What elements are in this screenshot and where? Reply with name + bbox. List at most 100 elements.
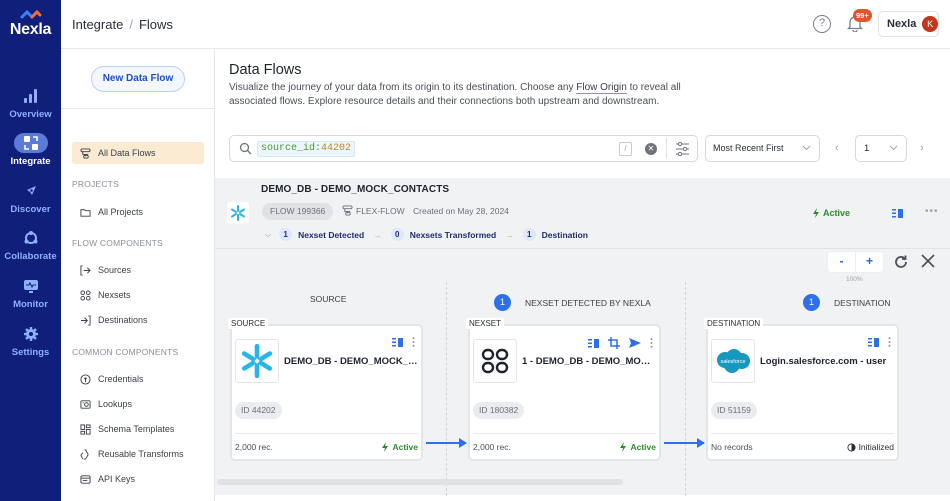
previous-page-button[interactable]: ‹ bbox=[835, 142, 839, 154]
kebab-menu-icon[interactable] bbox=[650, 338, 653, 348]
section-flow-components: FLOW COMPONENTS bbox=[72, 238, 163, 248]
nav-integrate[interactable]: Integrate bbox=[0, 133, 61, 167]
chevron-down-icon[interactable]: ⌵ bbox=[265, 230, 271, 240]
chevron-down-icon bbox=[802, 145, 811, 151]
user-menu-button[interactable]: Nexla K bbox=[878, 11, 939, 37]
connector-arrow bbox=[664, 438, 705, 448]
details-panel-icon[interactable] bbox=[892, 209, 903, 218]
destination-card[interactable]: DESTINATION salesforce Login.salesforce.… bbox=[704, 318, 899, 461]
status-label: Active bbox=[392, 442, 418, 452]
connector-arrow bbox=[426, 438, 467, 448]
status-badge: Initialized bbox=[847, 442, 894, 452]
sidebar-item-schema-templates[interactable]: Schema Templates bbox=[72, 418, 204, 440]
nav-label: Integrate bbox=[10, 156, 51, 167]
column-label: SOURCE bbox=[310, 294, 347, 304]
sidebar-item-label: All Data Flows bbox=[98, 148, 156, 158]
sidebar-item-api-keys[interactable]: API Keys bbox=[72, 468, 204, 490]
card-footer: 2,000 rec. Active bbox=[235, 433, 418, 452]
nexla-logo[interactable]: Nexla bbox=[0, 10, 61, 39]
breadcrumb-separator: / bbox=[129, 17, 133, 32]
zoom-in-button[interactable]: + bbox=[856, 252, 883, 272]
page-description: Visualize the journey of your data from … bbox=[229, 81, 709, 109]
sort-selected: Most Recent First bbox=[713, 143, 784, 153]
next-page-button[interactable]: › bbox=[920, 142, 924, 154]
flow-panel: DEMO_DB - DEMO_MOCK_CONTACTS FLOW 199366… bbox=[215, 178, 950, 496]
nav-monitor[interactable]: Monitor bbox=[0, 276, 61, 310]
details-panel-icon[interactable] bbox=[392, 337, 403, 347]
details-panel-icon[interactable] bbox=[588, 338, 599, 348]
sidebar-item-nexsets[interactable]: Nexsets bbox=[72, 284, 204, 306]
flows-sidebar: New Data Flow All Data Flows PROJECTS Al… bbox=[61, 49, 215, 501]
card-name[interactable]: DEMO_DB - DEMO_MOCK_CONTACTS bbox=[284, 356, 418, 367]
nav-settings[interactable]: Settings bbox=[0, 324, 61, 358]
card-footer: No records Initialized bbox=[711, 433, 894, 452]
sidebar-item-credentials[interactable]: Credentials bbox=[72, 368, 204, 390]
flow-icon bbox=[80, 147, 91, 159]
flow-title[interactable]: DEMO_DB - DEMO_MOCK_CONTACTS bbox=[261, 184, 449, 195]
token-key: source_id: bbox=[261, 143, 322, 154]
monitor-icon bbox=[14, 276, 48, 296]
sidebar-item-lookups[interactable]: Lookups bbox=[72, 393, 204, 415]
nav-collaborate[interactable]: Collaborate bbox=[0, 228, 61, 262]
column-count: 1 bbox=[803, 294, 820, 311]
arrow-right-icon: → bbox=[505, 229, 514, 240]
card-actions bbox=[392, 337, 415, 347]
kebab-menu-icon[interactable] bbox=[888, 337, 891, 347]
nav-label: Collaborate bbox=[4, 251, 57, 262]
column-header-destination: 1 DESTINATION bbox=[803, 294, 891, 311]
details-panel-icon[interactable] bbox=[868, 337, 879, 347]
horizontal-scrollbar[interactable] bbox=[217, 479, 623, 485]
flow-status-label: Active bbox=[823, 208, 851, 218]
sidebar-item-destinations[interactable]: Destinations bbox=[72, 309, 204, 331]
sidebar-item-all-data-flows[interactable]: All Data Flows bbox=[72, 142, 204, 164]
new-data-flow-button[interactable]: New Data Flow bbox=[91, 66, 185, 92]
flow-status: Active bbox=[812, 208, 850, 218]
nexset-card[interactable]: NEXSET 1 - DEMO_DB - DEMO_MOCK_CONTACTS … bbox=[466, 318, 661, 461]
nexla-wave-icon bbox=[20, 10, 41, 20]
schema-icon bbox=[80, 423, 91, 435]
column-divider bbox=[446, 282, 447, 496]
clear-search-icon[interactable]: ✕ bbox=[645, 143, 657, 155]
refresh-icon[interactable] bbox=[893, 254, 909, 270]
column-label: DESTINATION bbox=[834, 297, 891, 308]
column-divider bbox=[685, 282, 686, 496]
breadcrumb-integrate[interactable]: Integrate bbox=[72, 17, 123, 32]
sidebar-item-all-projects[interactable]: All Projects bbox=[72, 201, 204, 223]
zoom-out-button[interactable]: - bbox=[828, 252, 856, 272]
card-name[interactable]: 1 - DEMO_DB - DEMO_MOCK_CONTACTS bbox=[522, 356, 656, 367]
close-icon[interactable] bbox=[921, 254, 935, 268]
more-options-icon[interactable]: ••• bbox=[925, 206, 939, 217]
page-title: Data Flows bbox=[229, 62, 302, 78]
flow-origin-link[interactable]: Flow Origin bbox=[576, 82, 627, 94]
flow-header[interactable]: DEMO_DB - DEMO_MOCK_CONTACTS FLOW 199366… bbox=[215, 178, 950, 249]
search-token[interactable]: source_id:44202 bbox=[257, 141, 356, 157]
transform-crop-icon[interactable] bbox=[608, 337, 620, 349]
sidebar-item-label: Lookups bbox=[98, 399, 133, 409]
puzzle-icon bbox=[13, 133, 48, 153]
filter-sliders-icon[interactable] bbox=[675, 142, 690, 156]
user-label: Nexla bbox=[887, 18, 917, 30]
folder-icon bbox=[80, 208, 91, 217]
send-icon[interactable] bbox=[629, 338, 641, 348]
kebab-menu-icon[interactable] bbox=[412, 337, 415, 347]
sidebar-item-label: Sources bbox=[98, 265, 132, 275]
card-name[interactable]: Login.salesforce.com - user bbox=[760, 356, 894, 367]
page-select[interactable]: 1 bbox=[855, 135, 907, 162]
search-input[interactable]: source_id:44202 / ✕ bbox=[229, 135, 698, 162]
help-icon[interactable]: ? bbox=[813, 15, 831, 33]
team-icon bbox=[14, 228, 48, 248]
key-lock-icon bbox=[80, 373, 91, 385]
lookup-icon bbox=[80, 399, 91, 409]
source-icon bbox=[80, 264, 91, 276]
sidebar-item-reusable-transforms[interactable]: Reusable Transforms bbox=[72, 443, 204, 465]
sort-select[interactable]: Most Recent First bbox=[705, 135, 820, 162]
column-header-source: SOURCE bbox=[310, 294, 346, 304]
sidebar-item-sources[interactable]: Sources bbox=[72, 259, 204, 281]
status-badge: Active bbox=[381, 442, 418, 452]
nav-label: Monitor bbox=[13, 299, 48, 310]
main-content: Data Flows Visualize the journey of your… bbox=[215, 49, 950, 501]
nav-discover[interactable]: Discover bbox=[0, 181, 61, 215]
nav-overview[interactable]: Overview bbox=[0, 86, 61, 120]
card-type-tag: NEXSET bbox=[466, 318, 505, 329]
source-card[interactable]: SOURCE DEMO_DB - DEMO_MOCK_CONTACTS ID 4… bbox=[228, 318, 423, 461]
